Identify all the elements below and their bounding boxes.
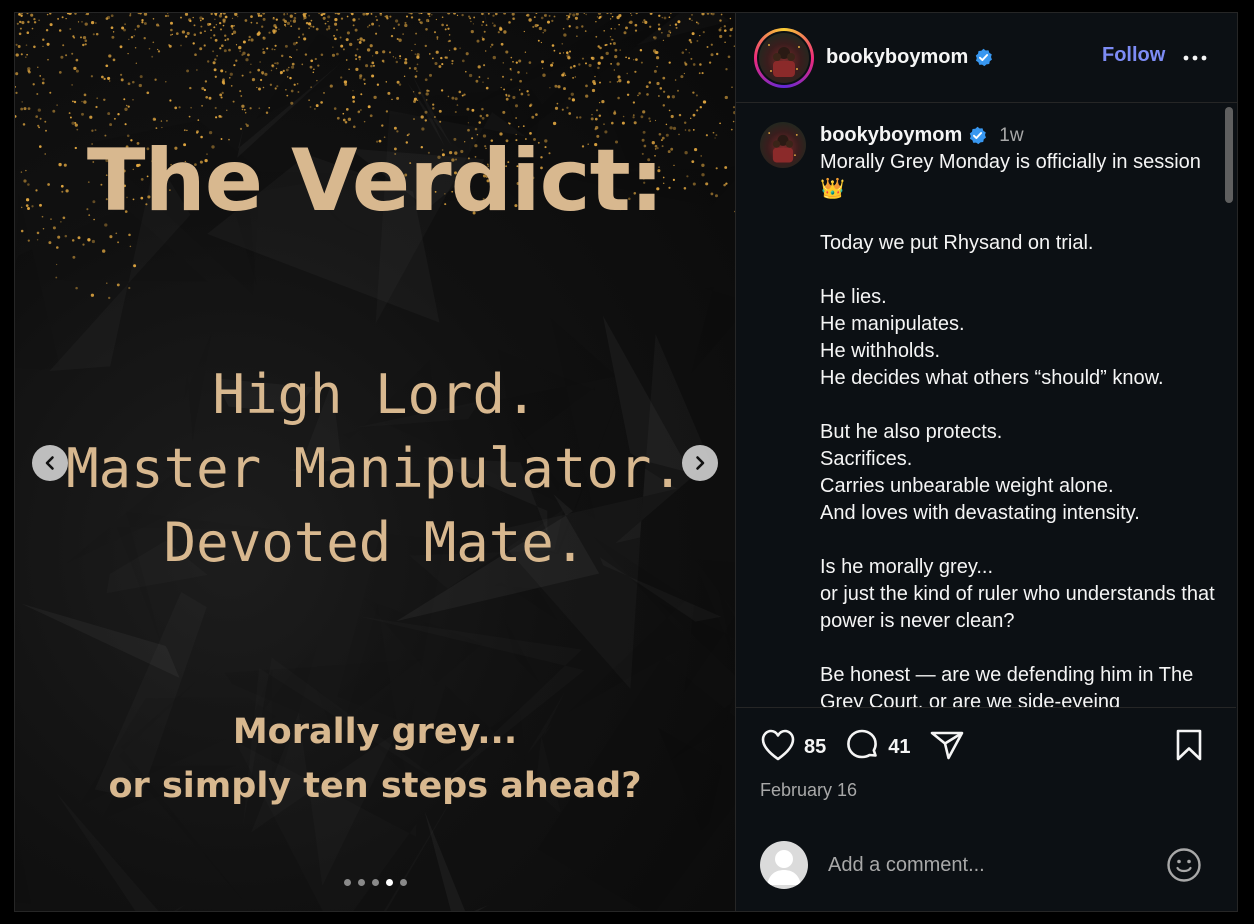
- carousel-dot: [357, 879, 365, 886]
- add-comment-bar: [736, 819, 1236, 911]
- action-bar: 85 41 February 16: [736, 707, 1236, 819]
- comment-count[interactable]: 41: [888, 736, 910, 759]
- caption: bookyboymom 1w Morally Grey Monday is of…: [760, 122, 1220, 707]
- verified-icon: [968, 126, 987, 145]
- share-button[interactable]: [929, 728, 965, 767]
- slide-line-1: High Lord.: [212, 363, 538, 426]
- carousel-dot: [399, 879, 407, 886]
- emoji-icon: [1167, 848, 1201, 882]
- caption-text: Morally Grey Monday is officially in ses…: [820, 151, 1215, 707]
- slide-line-3: Devoted Mate.: [163, 511, 587, 574]
- heart-icon: [761, 729, 795, 761]
- slide-question-line-2: or simply ten steps ahead?: [108, 766, 642, 806]
- caption-scrollbar[interactable]: [1223, 107, 1233, 707]
- verified-icon: [974, 48, 993, 67]
- post-dialog: The Verdict: High Lord. Master Manipulat…: [14, 12, 1238, 912]
- caption-avatar[interactable]: [760, 122, 806, 168]
- avatar-image: [759, 32, 809, 83]
- slide-question-line-1: Morally grey...: [232, 712, 518, 752]
- user-avatar: [760, 841, 808, 889]
- scrollbar-thumb[interactable]: [1225, 107, 1233, 203]
- slide-question: Morally grey... or simply ten steps ahea…: [15, 705, 735, 813]
- comment-button[interactable]: [844, 728, 880, 767]
- profile-avatar[interactable]: [754, 27, 814, 88]
- more-icon: [1183, 55, 1207, 61]
- post-date[interactable]: February 16: [760, 780, 857, 801]
- user-icon: [767, 850, 801, 885]
- save-button[interactable]: [1174, 728, 1204, 767]
- caption-username[interactable]: bookyboymom: [820, 122, 962, 149]
- slide-line-2: Master Manipulator.: [66, 437, 684, 500]
- caption-scroll-area[interactable]: bookyboymom 1w Morally Grey Monday is of…: [736, 104, 1236, 707]
- previous-slide-button[interactable]: [32, 445, 68, 481]
- carousel-dot: [343, 879, 351, 886]
- slide-title: The Verdict:: [86, 131, 664, 231]
- slide-lines: High Lord. Master Manipulator. Devoted M…: [15, 358, 735, 580]
- chevron-right-icon: [696, 456, 705, 470]
- like-count[interactable]: 85: [804, 736, 826, 759]
- emoji-button[interactable]: [1166, 847, 1202, 888]
- share-icon: [930, 731, 963, 760]
- next-slide-button[interactable]: [682, 445, 718, 481]
- chevron-left-icon: [45, 456, 54, 470]
- carousel-dot: [385, 879, 393, 886]
- comment-icon: [847, 729, 878, 759]
- post-sidebar: bookyboymom Follow bookyboymom 1w Morall…: [735, 13, 1237, 911]
- caption-header: bookyboymom 1w: [820, 122, 1220, 149]
- caption-timestamp[interactable]: 1w: [999, 122, 1023, 149]
- more-options-button[interactable]: [1182, 45, 1208, 76]
- bookmark-icon: [1176, 729, 1202, 761]
- header-username[interactable]: bookyboymom: [826, 46, 993, 69]
- post-header: bookyboymom Follow: [736, 13, 1237, 103]
- carousel-dots: [15, 879, 735, 886]
- like-button[interactable]: [760, 728, 796, 767]
- post-media: The Verdict: High Lord. Master Manipulat…: [15, 13, 735, 911]
- carousel-dot: [371, 879, 379, 886]
- comment-input[interactable]: [828, 853, 1148, 877]
- follow-button[interactable]: Follow: [1102, 44, 1165, 67]
